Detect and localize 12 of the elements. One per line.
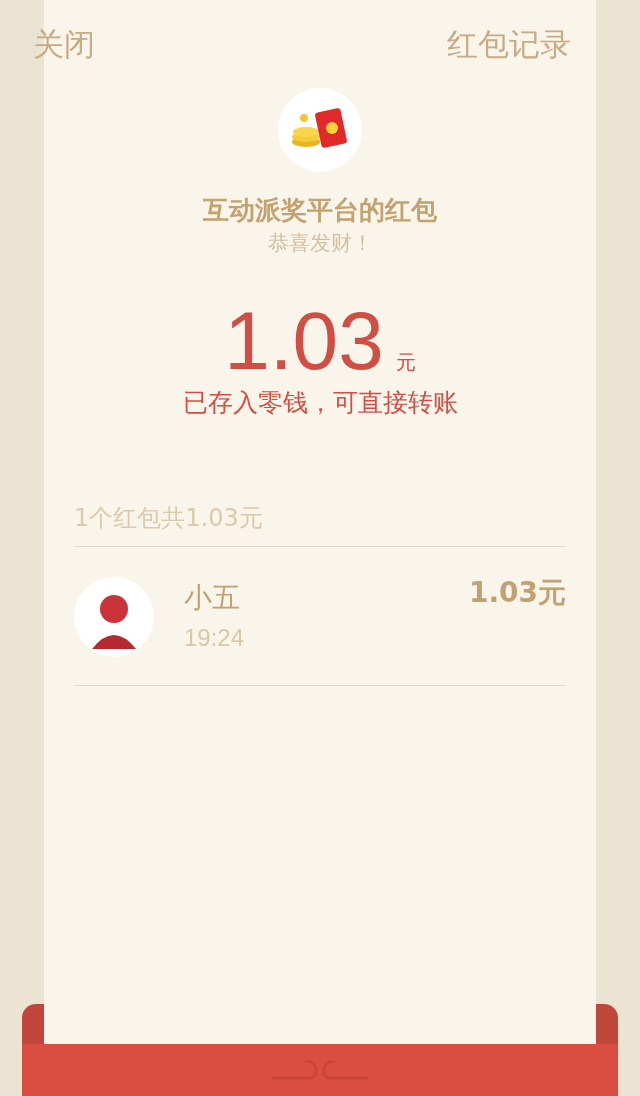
receive-time: 19:24 — [184, 623, 246, 653]
sender-title: 互动派奖平台的红包 — [203, 194, 437, 227]
greeting-text: 恭喜发财！ — [267, 230, 373, 257]
receiver-name: 小五 — [184, 580, 241, 616]
deposit-note: 已存入零钱，可直接转账 — [182, 387, 458, 419]
summary-text: 1个红包共1.03元 — [74, 500, 566, 547]
avatar-icon — [74, 577, 154, 657]
amount-value: 1.03 — [224, 296, 384, 386]
amount-unit: 元 — [395, 349, 416, 376]
receiver-amount: 1.03元 — [468, 575, 566, 611]
records-link[interactable]: 红包记录 — [447, 22, 571, 66]
close-button[interactable]: 关闭 — [33, 22, 95, 66]
